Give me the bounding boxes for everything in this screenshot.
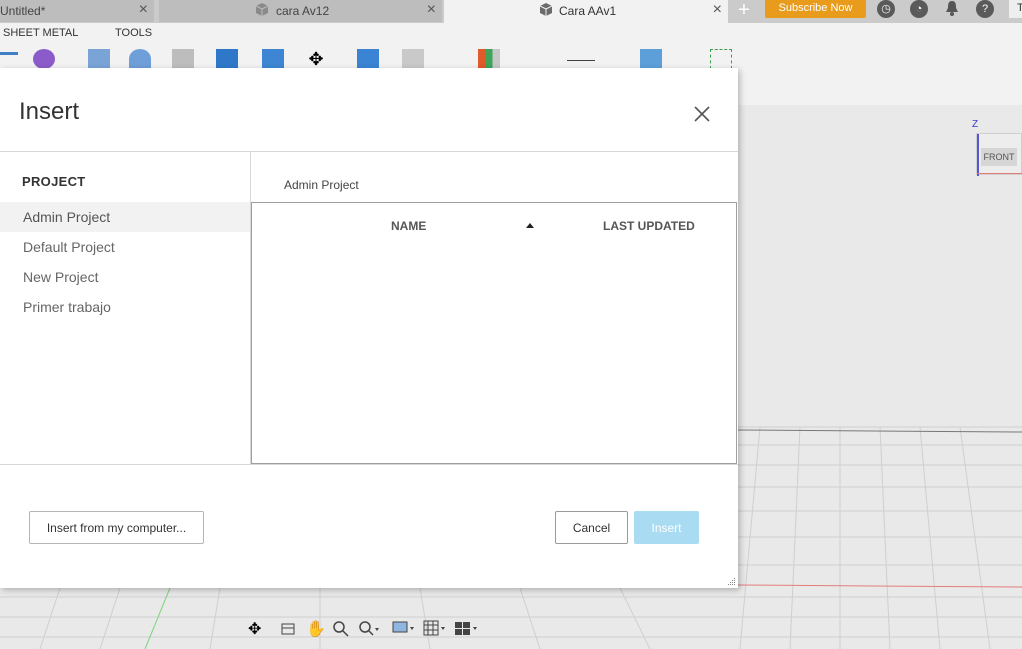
resize-handle-icon[interactable]: [726, 576, 736, 586]
shell-icon[interactable]: [262, 49, 284, 69]
tab-label: Cara AAv1: [559, 4, 617, 18]
bend-icon[interactable]: [129, 49, 151, 69]
viewports-icon[interactable]: [454, 620, 477, 640]
subscribe-button[interactable]: Subscribe Now: [765, 0, 866, 18]
sort-ascending-icon[interactable]: [526, 223, 534, 228]
joint-icon[interactable]: [402, 49, 424, 69]
flange-icon[interactable]: [88, 49, 110, 69]
pan-icon[interactable]: ✋: [306, 620, 328, 640]
viewcube-front-face[interactable]: FRONT: [981, 148, 1017, 166]
close-icon[interactable]: [692, 104, 712, 124]
look-at-icon[interactable]: [280, 620, 302, 640]
insert-image-icon[interactable]: [640, 49, 662, 69]
close-icon[interactable]: ×: [713, 0, 722, 20]
inspect-icon[interactable]: [478, 49, 500, 69]
close-icon[interactable]: ×: [139, 0, 148, 20]
notification-icon[interactable]: [945, 0, 959, 16]
tab-cara-aav1[interactable]: Cara AAv1 ×: [444, 0, 728, 23]
unfold-icon[interactable]: [172, 49, 194, 69]
select-icon[interactable]: [710, 49, 732, 69]
tab-bar: Untitled* × cara Av12 × Cara AAv1 × + Su…: [0, 0, 1022, 23]
sidebar-item-admin-project[interactable]: Admin Project: [0, 202, 250, 232]
close-icon[interactable]: ×: [427, 0, 436, 20]
orbit-icon[interactable]: ✥: [248, 620, 270, 640]
tab-label: cara Av12: [276, 4, 330, 18]
dialog-title: Insert: [19, 98, 80, 125]
history-icon[interactable]: ◷: [877, 0, 895, 18]
navigation-bar: ✥ ✋: [248, 620, 480, 640]
extrude-icon[interactable]: [216, 49, 238, 69]
zoom-icon[interactable]: [332, 620, 354, 640]
sidebar-item-default-project[interactable]: Default Project: [0, 232, 250, 262]
grid-icon[interactable]: [423, 620, 445, 640]
move-icon[interactable]: ✥: [305, 49, 327, 69]
toolbar-section-tools[interactable]: TOOLS: [115, 27, 152, 39]
column-header-last-updated[interactable]: LAST UPDATED: [603, 219, 695, 233]
insert-derive-icon[interactable]: [357, 49, 379, 69]
tab-untitled[interactable]: Untitled* ×: [0, 0, 154, 22]
file-table: NAME LAST UPDATED: [251, 202, 737, 464]
clock-icon[interactable]: ◔: [910, 0, 928, 18]
zoom-window-icon[interactable]: [358, 620, 380, 640]
sketch-tool-icon[interactable]: [0, 52, 18, 55]
insert-from-computer-button[interactable]: Insert from my computer...: [29, 511, 204, 544]
column-header-name[interactable]: NAME: [391, 219, 426, 233]
tab-cara-av12[interactable]: cara Av12 ×: [159, 0, 442, 22]
toolbar-section-sheet-metal[interactable]: SHEET METAL: [3, 27, 78, 39]
sidebar-item-primer-trabajo[interactable]: Primer trabajo: [0, 292, 250, 322]
display-icon[interactable]: [392, 620, 414, 640]
viewcube-x-edge: [977, 173, 1022, 174]
cancel-button[interactable]: Cancel: [555, 511, 628, 544]
plus-icon[interactable]: +: [732, 0, 756, 22]
footer-divider: [0, 464, 738, 465]
project-heading: PROJECT: [22, 174, 86, 189]
breadcrumb[interactable]: Admin Project: [284, 178, 359, 192]
cube-icon: [540, 3, 552, 16]
sidebar-item-new-project[interactable]: New Project: [0, 262, 250, 292]
tab-label: Untitled*: [0, 4, 46, 18]
cube-icon: [256, 3, 268, 16]
measure-icon[interactable]: [567, 60, 595, 62]
insert-button[interactable]: Insert: [634, 511, 699, 544]
viewcube-z-edge: [977, 134, 979, 176]
project-sidebar: PROJECT Admin Project Default Project Ne…: [0, 152, 251, 464]
viewcube[interactable]: FRONT: [976, 133, 1022, 176]
help-icon[interactable]: ?: [976, 0, 994, 18]
z-axis-label: Z: [972, 119, 979, 130]
user-avatar[interactable]: T: [1009, 0, 1022, 18]
create-form-icon[interactable]: [33, 49, 55, 69]
insert-dialog: Insert PROJECT Admin Project Default Pro…: [0, 68, 738, 588]
